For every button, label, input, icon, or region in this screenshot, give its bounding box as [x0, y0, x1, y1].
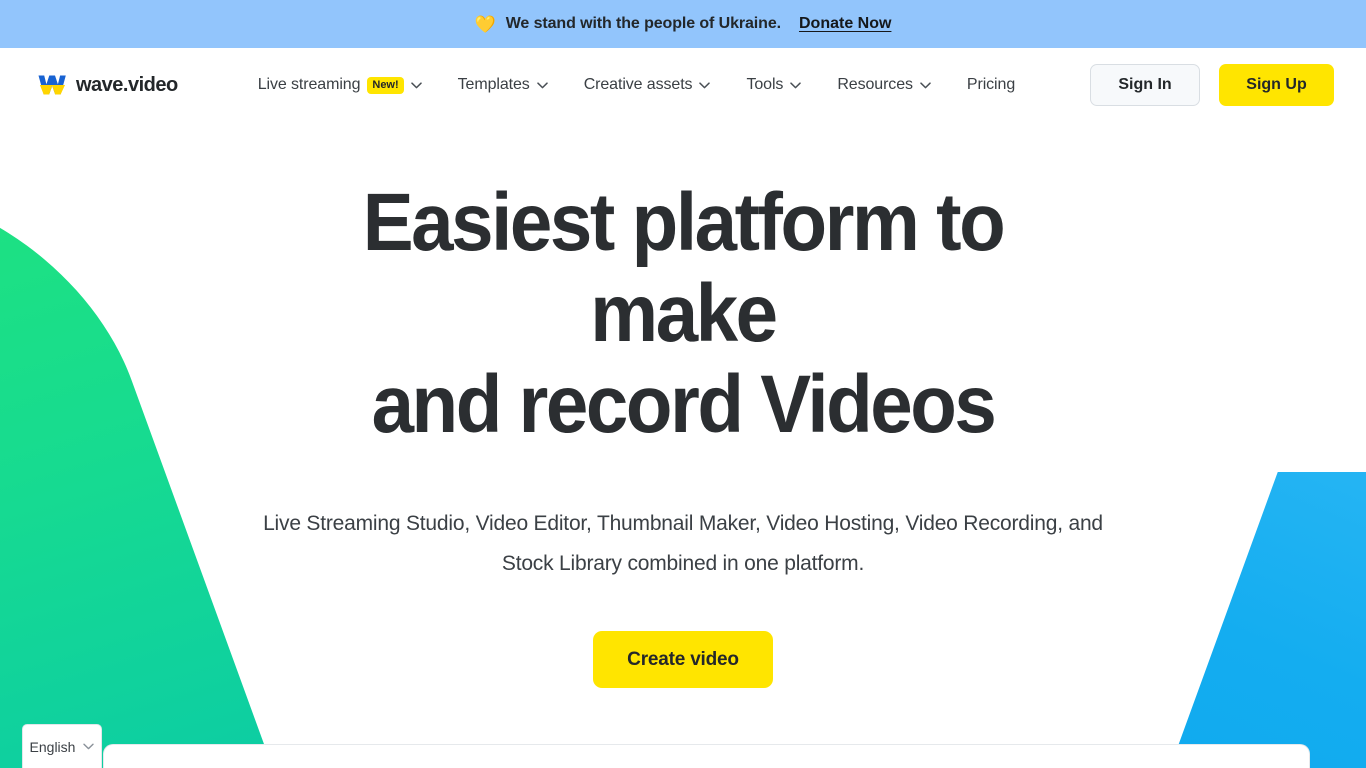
- nav-item-live-streaming[interactable]: Live streaming New!: [240, 65, 440, 105]
- create-video-button[interactable]: Create video: [593, 631, 773, 688]
- sign-up-button[interactable]: Sign Up: [1219, 64, 1334, 106]
- nav-label: Live streaming: [257, 76, 361, 93]
- chevron-down-icon: [410, 81, 422, 89]
- yellow-heart-icon: 💛: [474, 14, 496, 34]
- nav-item-pricing[interactable]: Pricing: [949, 65, 1033, 105]
- nav-label: Creative assets: [583, 76, 693, 93]
- sign-in-button[interactable]: Sign In: [1090, 64, 1200, 106]
- hero-content: Easiest platform to make and record Vide…: [0, 122, 1366, 688]
- chevron-down-icon: [790, 81, 802, 89]
- nav-label: Resources: [837, 76, 913, 93]
- hero-title-line-1: Easiest platform to: [362, 177, 1006, 268]
- site-header: wave.video Live streaming New! Templates…: [0, 48, 1366, 122]
- nav-label: Tools: [746, 76, 784, 93]
- hero-title-line-3: and record Videos: [371, 359, 997, 450]
- nav-item-templates[interactable]: Templates: [440, 65, 566, 105]
- page-title: Easiest platform to make and record Vide…: [48, 177, 1318, 450]
- donate-now-link[interactable]: Donate Now: [799, 15, 891, 33]
- banner-text: We stand with the people of Ukraine.: [505, 15, 781, 32]
- ukraine-banner: 💛 We stand with the people of Ukraine. D…: [0, 0, 1366, 48]
- nav-item-tools[interactable]: Tools: [728, 65, 819, 105]
- chevron-down-icon: [536, 81, 548, 89]
- nav-item-creative-assets[interactable]: Creative assets: [566, 65, 729, 105]
- auth-buttons: Sign In Sign Up: [1090, 64, 1334, 106]
- language-selector[interactable]: English: [22, 724, 102, 768]
- badge-new: New!: [367, 76, 404, 94]
- main-nav: Live streaming New! Templates Creative a…: [240, 65, 1033, 105]
- logo-text: wave.video: [76, 73, 178, 96]
- wave-w-icon: [38, 75, 67, 95]
- nav-label: Templates: [457, 76, 530, 93]
- logo[interactable]: wave.video: [38, 74, 178, 97]
- nav-label: Pricing: [966, 76, 1016, 93]
- chevron-down-icon: [83, 743, 95, 750]
- chevron-down-icon: [699, 81, 711, 89]
- hero-section: Easiest platform to make and record Vide…: [0, 122, 1366, 768]
- nav-item-resources[interactable]: Resources: [819, 65, 949, 105]
- language-selector-value: English: [29, 738, 76, 755]
- hero-subtitle: Live Streaming Studio, Video Editor, Thu…: [263, 512, 1103, 575]
- hero-title-line-2: make: [590, 268, 778, 359]
- next-section-card: [103, 744, 1310, 768]
- chevron-down-icon: [920, 81, 931, 89]
